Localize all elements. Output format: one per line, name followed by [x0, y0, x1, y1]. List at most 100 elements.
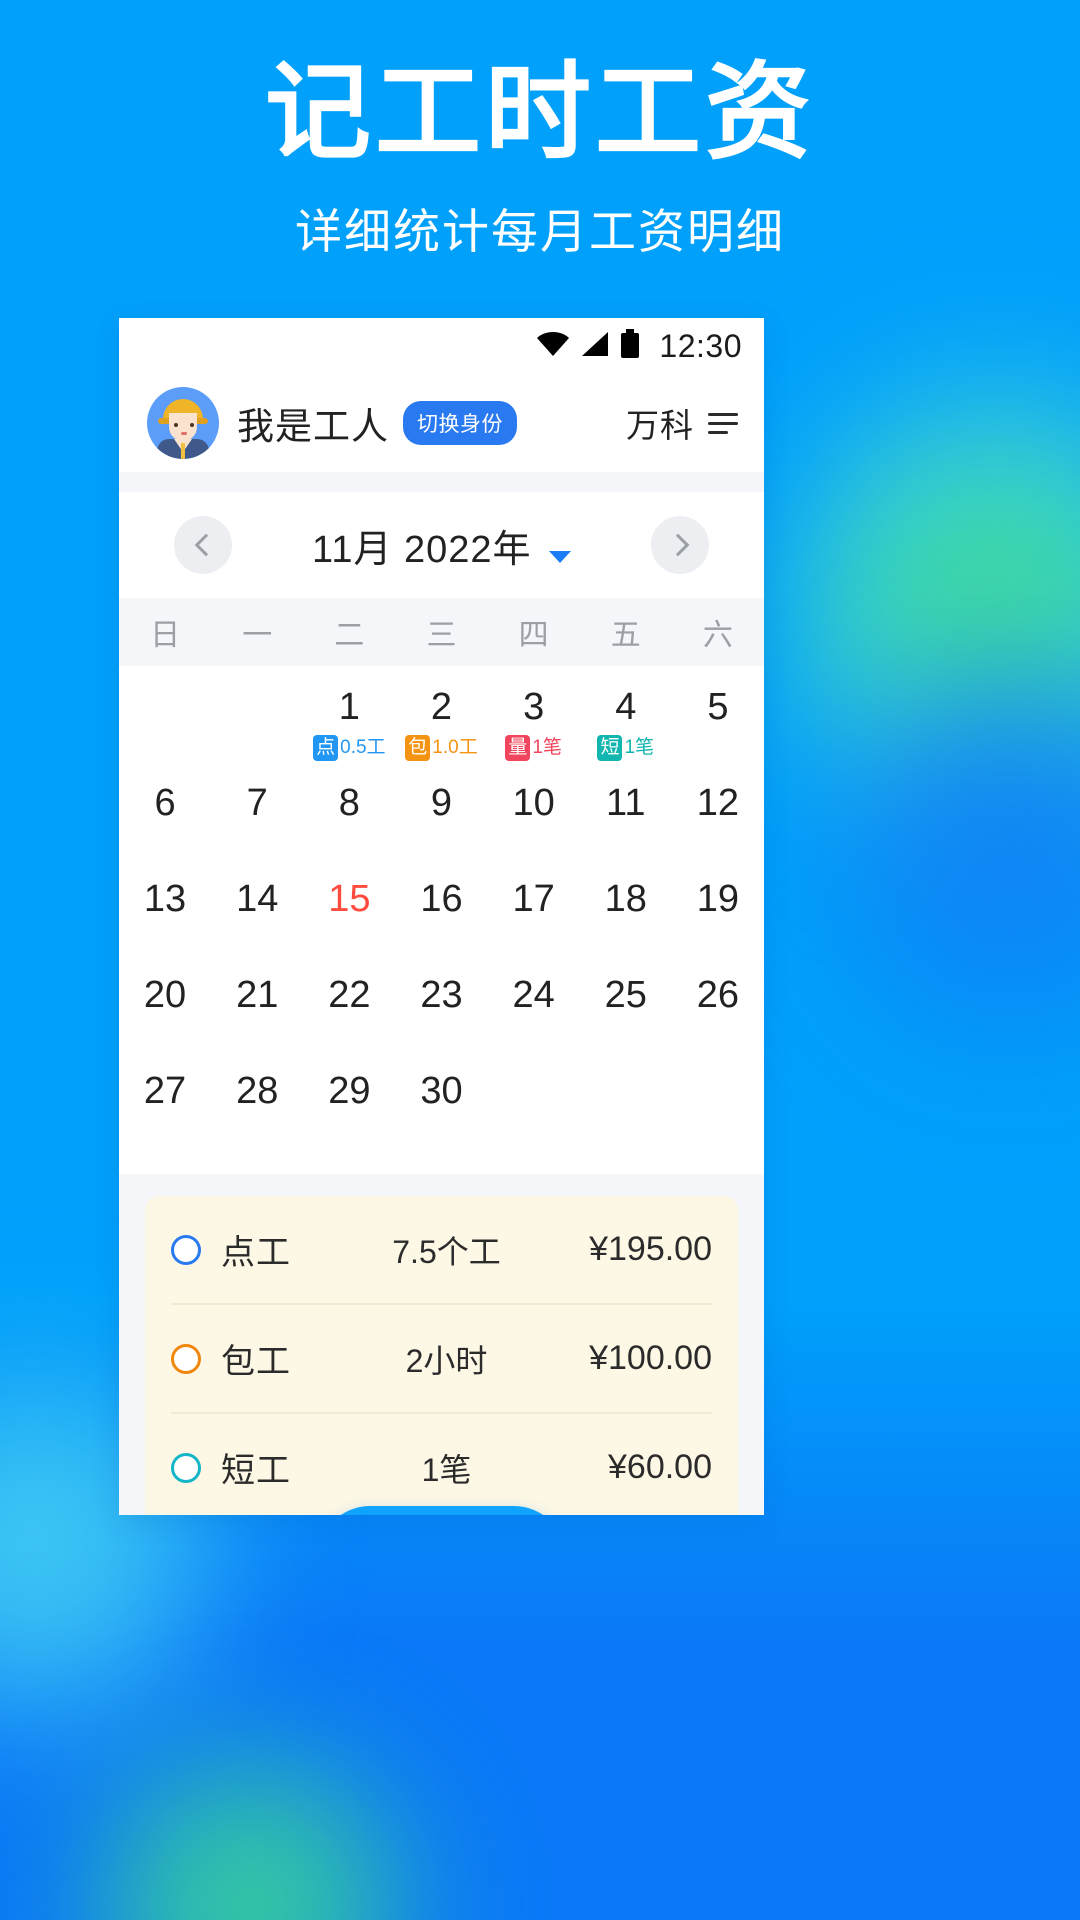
calendar-day-cell[interactable]: 7 — [211, 772, 303, 868]
month-selector[interactable]: 11月 2022年 — [312, 518, 571, 573]
weekday-header: 日一二三四五六 — [119, 598, 764, 666]
calendar-day-cell[interactable]: 29 — [303, 1060, 395, 1156]
calendar-day-cell[interactable]: 8 — [303, 772, 395, 868]
calendar-day-cell[interactable]: 13 — [119, 868, 211, 964]
calendar-day-badge: 点 0.5工 — [313, 735, 386, 761]
calendar-day-number: 17 — [512, 878, 555, 920]
calendar-day-number: 23 — [420, 974, 463, 1016]
calendar-day-cell[interactable]: 16 — [395, 868, 487, 964]
calendar-day-cell[interactable]: 5 — [672, 676, 764, 772]
summary-type-label: 短工 — [221, 1452, 291, 1490]
chevron-left-icon — [194, 533, 217, 557]
summary-type-label: 包工 — [221, 1343, 291, 1381]
calendar-day-cell[interactable]: 27 — [119, 1060, 211, 1156]
wifi-icon — [535, 330, 571, 363]
calendar-day-number: 16 — [420, 878, 463, 920]
calendar-day-cell[interactable]: 24 — [488, 964, 580, 1060]
identity-row: 我是工人 切换身份 万科 — [119, 374, 764, 472]
calendar-day-cell[interactable]: 22 — [303, 964, 395, 1060]
summary-card: 点工7.5个工¥195.00包工2小时¥100.00短工1笔¥60.00工量¥5… — [145, 1196, 738, 1515]
weekday-label: 二 — [334, 619, 365, 652]
calendar-day-cell[interactable]: 30 — [395, 1060, 487, 1156]
calendar-day-cell[interactable]: 4 短 1笔 — [580, 676, 672, 772]
hamburger-menu-icon[interactable] — [708, 411, 738, 435]
weekday-label: 三 — [426, 619, 457, 652]
next-month-button[interactable] — [651, 516, 709, 574]
month-label: 11月 2022年 — [312, 528, 532, 571]
summary-row[interactable]: 包工 2小时 ¥100.00 — [171, 1305, 712, 1414]
calendar-day-number: 1 — [338, 686, 360, 728]
record-work-button[interactable]: 记工 — [317, 1506, 566, 1515]
calendar-day-cell[interactable]: 12 — [672, 772, 764, 868]
calendar-day-number: 25 — [604, 974, 647, 1016]
status-bar: 12:30 — [119, 318, 764, 374]
calendar-day-cell[interactable]: 14 — [211, 868, 303, 964]
status-bar-time: 12:30 — [659, 327, 742, 364]
page-subtitle: 详细统计每月工资明细 — [295, 204, 785, 258]
calendar-day-cell[interactable]: 23 — [395, 964, 487, 1060]
calendar-day-badge: 量 1笔 — [505, 735, 562, 761]
calendar-day-number: 22 — [328, 974, 371, 1016]
calendar-day-number: 30 — [420, 1070, 463, 1112]
calendar-day-cell[interactable]: 18 — [580, 868, 672, 964]
badge-text: 0.5工 — [340, 737, 386, 759]
calendar-day-cell[interactable]: 1 点 0.5工 — [303, 676, 395, 772]
calendar-day-number: 7 — [246, 782, 268, 824]
calendar-day-cell[interactable]: 28 — [211, 1060, 303, 1156]
calendar-day-number: 19 — [696, 878, 740, 920]
badge-text: 1笔 — [532, 737, 562, 759]
weekday-label: 五 — [610, 619, 641, 652]
summary-quantity: 1笔 — [421, 1451, 472, 1488]
calendar-day-number: 27 — [143, 1070, 187, 1112]
calendar-day-cell[interactable]: 26 — [672, 964, 764, 1060]
calendar-empty-cell — [672, 1060, 764, 1156]
summary-amount: ¥100.00 — [589, 1339, 712, 1377]
calendar-day-cell[interactable]: 20 — [119, 964, 211, 1060]
calendar-day-number: 4 — [615, 686, 637, 728]
calendar-empty-cell — [119, 676, 211, 772]
summary-type-dot-icon — [171, 1452, 201, 1483]
calendar-day-cell[interactable]: 2 包 1.0工 — [395, 676, 487, 772]
summary-row[interactable]: 短工 1笔 ¥60.00 — [171, 1414, 712, 1515]
calendar-week-row: 1 点 0.5工 2 包 1.0工 3 量 1笔 4 短 1笔 5 — [119, 676, 764, 772]
weekday-label: 一 — [242, 619, 273, 652]
calendar-day-number: 9 — [430, 782, 453, 824]
summary-quantity: 2小时 — [405, 1342, 488, 1379]
calendar-day-badge: 包 1.0工 — [405, 735, 478, 761]
calendar-day-cell[interactable]: 21 — [211, 964, 303, 1060]
company-name[interactable]: 万科 — [626, 399, 694, 447]
calendar-day-cell[interactable]: 15 — [303, 868, 395, 964]
switch-identity-button[interactable]: 切换身份 — [403, 401, 517, 445]
section-divider — [119, 472, 764, 492]
calendar-empty-cell — [211, 676, 303, 772]
calendar-day-number: 8 — [338, 782, 360, 824]
badge-text: 1.0工 — [432, 737, 478, 759]
calendar-day-number: 24 — [512, 974, 555, 1016]
worker-avatar[interactable] — [147, 387, 219, 459]
calendar-day-cell[interactable]: 25 — [580, 964, 672, 1060]
calendar-day-cell[interactable]: 10 — [488, 772, 580, 868]
month-navigation: 11月 2022年 — [119, 492, 764, 598]
summary-type-dot-icon — [171, 1343, 201, 1374]
calendar-week-row: 6 7 8 9 10 11 12 — [119, 772, 764, 868]
calendar-day-cell[interactable]: 19 — [672, 868, 764, 964]
calendar-day-number: 29 — [328, 1070, 371, 1112]
badge-text: 1笔 — [624, 737, 655, 759]
calendar-day-cell[interactable]: 17 — [488, 868, 580, 964]
calendar-day-cell[interactable]: 11 — [580, 772, 672, 868]
calendar-day-cell[interactable]: 6 — [119, 772, 211, 868]
summary-section: 点工7.5个工¥195.00包工2小时¥100.00短工1笔¥60.00工量¥5… — [119, 1174, 764, 1515]
calendar-day-number: 15 — [328, 878, 371, 920]
calendar-day-number: 28 — [236, 1070, 279, 1112]
calendar-day-cell[interactable]: 3 量 1笔 — [488, 676, 580, 772]
calendar-day-number: 14 — [236, 878, 279, 920]
calendar-grid: 1 点 0.5工 2 包 1.0工 3 量 1笔 4 短 1笔 5 6 7 8 9 10 11 12 13 14 15 16 1… — [119, 666, 764, 1174]
summary-row[interactable]: 点工 7.5个工 ¥195.00 — [171, 1196, 712, 1305]
calendar-day-number: 12 — [696, 782, 740, 824]
weekday-label: 四 — [518, 619, 549, 652]
calendar-empty-cell — [580, 1060, 672, 1156]
calendar-day-number: 6 — [154, 782, 176, 824]
summary-quantity: 7.5个工 — [392, 1233, 501, 1270]
prev-month-button[interactable] — [174, 516, 232, 574]
calendar-day-cell[interactable]: 9 — [395, 772, 487, 868]
